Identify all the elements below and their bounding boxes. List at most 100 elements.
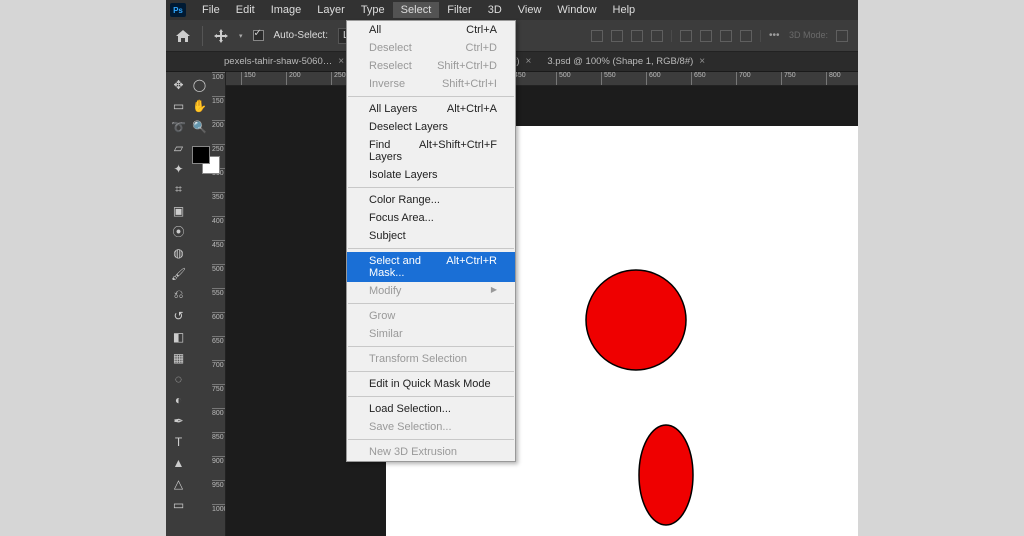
ruler-tick: 600 xyxy=(212,312,226,321)
rectangle-tool[interactable]: ▭ xyxy=(168,494,189,515)
separator xyxy=(760,30,761,42)
menu-item-deselect: Deselect Ctrl+D xyxy=(347,39,515,57)
align-icon[interactable] xyxy=(631,30,643,42)
menu-item-shortcut: Ctrl+D xyxy=(466,42,497,54)
menu-item-label: Edit in Quick Mask Mode xyxy=(369,378,491,390)
distribute-icon[interactable] xyxy=(700,30,712,42)
menu-3d[interactable]: 3D xyxy=(480,2,510,18)
marquee-tool[interactable]: ▭ xyxy=(168,95,189,116)
wand-tool[interactable]: ✦ xyxy=(168,158,189,179)
ruler-tick: 100 xyxy=(212,72,226,81)
close-icon[interactable]: × xyxy=(699,56,705,67)
ruler-tick: 1000 xyxy=(212,504,226,513)
menu-image[interactable]: Image xyxy=(263,2,310,18)
menu-item-all-layers[interactable]: All LayersAlt+Ctrl+A xyxy=(347,100,515,118)
ruler-tick: 150 xyxy=(212,96,226,105)
ruler-tick: 700 xyxy=(212,360,226,369)
menu-file[interactable]: File xyxy=(194,2,228,18)
eyedropper-tool[interactable]: ⦿ xyxy=(168,221,189,242)
eraser-tool[interactable]: ◧ xyxy=(168,326,189,347)
move-tool-icon[interactable] xyxy=(213,28,229,44)
menu-item-edit-in-quick-mask-mode[interactable]: Edit in Quick Mask Mode xyxy=(347,375,515,393)
tool-dropdown-icon[interactable]: ▾ xyxy=(239,32,243,40)
ruler-tick: 150 xyxy=(241,72,256,86)
more-icon[interactable]: ••• xyxy=(769,30,781,42)
pen-tool[interactable]: ✒ xyxy=(168,410,189,431)
close-icon[interactable]: × xyxy=(526,56,532,67)
document-tab[interactable]: 3.psd @ 100% (Shape 1, RGB/8#)× xyxy=(539,54,713,69)
menu-window[interactable]: Window xyxy=(549,2,604,18)
menu-item-label: Deselect xyxy=(369,42,412,54)
menu-item-focus-area[interactable]: Focus Area... xyxy=(347,209,515,227)
gradient-tool[interactable]: ▦ xyxy=(168,347,189,368)
ruler-tick: 650 xyxy=(212,336,226,345)
document-tab[interactable]: pexels-tahir-shaw-5060…× xyxy=(216,54,352,69)
submenu-arrow-icon: ▶ xyxy=(491,285,497,297)
menu-item-deselect-layers[interactable]: Deselect Layers xyxy=(347,118,515,136)
dodge-tool[interactable]: ◐ xyxy=(168,389,189,410)
ruler-tick: 650 xyxy=(691,72,706,86)
color-swatches[interactable] xyxy=(189,143,231,177)
blur-tool[interactable]: ◌ xyxy=(168,368,189,389)
mode-3d-icon[interactable] xyxy=(836,30,848,42)
distribute-icon[interactable] xyxy=(720,30,732,42)
menu-item-label: Similar xyxy=(369,328,403,340)
type-tool[interactable]: T xyxy=(168,431,189,452)
menu-layer[interactable]: Layer xyxy=(309,2,353,18)
shape-circle[interactable] xyxy=(586,270,686,370)
menu-item-color-range[interactable]: Color Range... xyxy=(347,191,515,209)
close-icon[interactable]: × xyxy=(338,56,344,67)
direct-select-tool[interactable]: △ xyxy=(168,473,189,494)
menu-filter[interactable]: Filter xyxy=(439,2,479,18)
menubar: Ps FileEditImageLayerTypeSelectFilter3DV… xyxy=(166,0,858,20)
menu-item-label: Deselect Layers xyxy=(369,121,448,133)
menu-item-label: Inverse xyxy=(369,78,405,90)
menu-item-label: New 3D Extrusion xyxy=(369,446,457,458)
brush-tool[interactable]: 🖌 xyxy=(168,263,189,284)
zoom-tool[interactable]: 🔍 xyxy=(189,116,210,137)
menu-item-select-and-mask[interactable]: Select and Mask...Alt+Ctrl+R xyxy=(347,252,515,282)
align-icon[interactable] xyxy=(591,30,603,42)
menu-item-label: All Layers xyxy=(369,103,417,115)
align-icon[interactable] xyxy=(611,30,623,42)
menu-item-find-layers[interactable]: Find LayersAlt+Shift+Ctrl+F xyxy=(347,136,515,166)
menu-edit[interactable]: Edit xyxy=(228,2,263,18)
history-brush-tool[interactable]: ↺ xyxy=(168,305,189,326)
menu-type[interactable]: Type xyxy=(353,2,393,18)
heal-tool[interactable]: ◍ xyxy=(168,242,189,263)
menu-item-label: Select and Mask... xyxy=(369,255,446,279)
menu-item-load-selection[interactable]: Load Selection... xyxy=(347,400,515,418)
tools-panel: ✥▭➰▱✦⌗▣⦿◍🖌⎌↺◧▦◌◐✒T▲△▭◯✋🔍 xyxy=(166,72,212,536)
hand-tool[interactable]: ✋ xyxy=(189,95,210,116)
auto-select-checkbox[interactable] xyxy=(253,30,264,41)
menu-item-shortcut: Alt+Ctrl+R xyxy=(446,255,497,279)
distribute-icon[interactable] xyxy=(680,30,692,42)
poly-lasso-tool[interactable]: ▱ xyxy=(168,137,189,158)
crop-tool[interactable]: ⌗ xyxy=(168,179,189,200)
frame-tool[interactable]: ▣ xyxy=(168,200,189,221)
move-tool[interactable]: ✥ xyxy=(168,74,189,95)
menu-item-subject[interactable]: Subject xyxy=(347,227,515,245)
stamp-tool[interactable]: ⎌ xyxy=(168,284,189,305)
menu-item-isolate-layers[interactable]: Isolate Layers xyxy=(347,166,515,184)
path-select-tool[interactable]: ▲ xyxy=(168,452,189,473)
menu-help[interactable]: Help xyxy=(605,2,644,18)
menu-separator xyxy=(348,396,514,397)
lasso-tool[interactable]: ➰ xyxy=(168,116,189,137)
foreground-swatch[interactable] xyxy=(192,146,210,164)
menu-item-label: Grow xyxy=(369,310,395,322)
home-icon[interactable] xyxy=(174,28,192,44)
distribute-icon[interactable] xyxy=(740,30,752,42)
canvas-area[interactable] xyxy=(226,86,858,536)
ruler-vertical: 1001502002503003504004505005506006507007… xyxy=(212,72,226,536)
align-icon[interactable] xyxy=(651,30,663,42)
menu-item-all[interactable]: AllCtrl+A xyxy=(347,21,515,39)
shape-ellipse[interactable] xyxy=(639,425,693,525)
menu-item-label: Isolate Layers xyxy=(369,169,437,181)
menu-item-shortcut: Ctrl+A xyxy=(466,24,497,36)
menu-select[interactable]: Select xyxy=(393,2,440,18)
ruler-tick: 200 xyxy=(286,72,301,86)
separator xyxy=(671,30,672,42)
menu-view[interactable]: View xyxy=(510,2,550,18)
ellipse-tool[interactable]: ◯ xyxy=(189,74,210,95)
